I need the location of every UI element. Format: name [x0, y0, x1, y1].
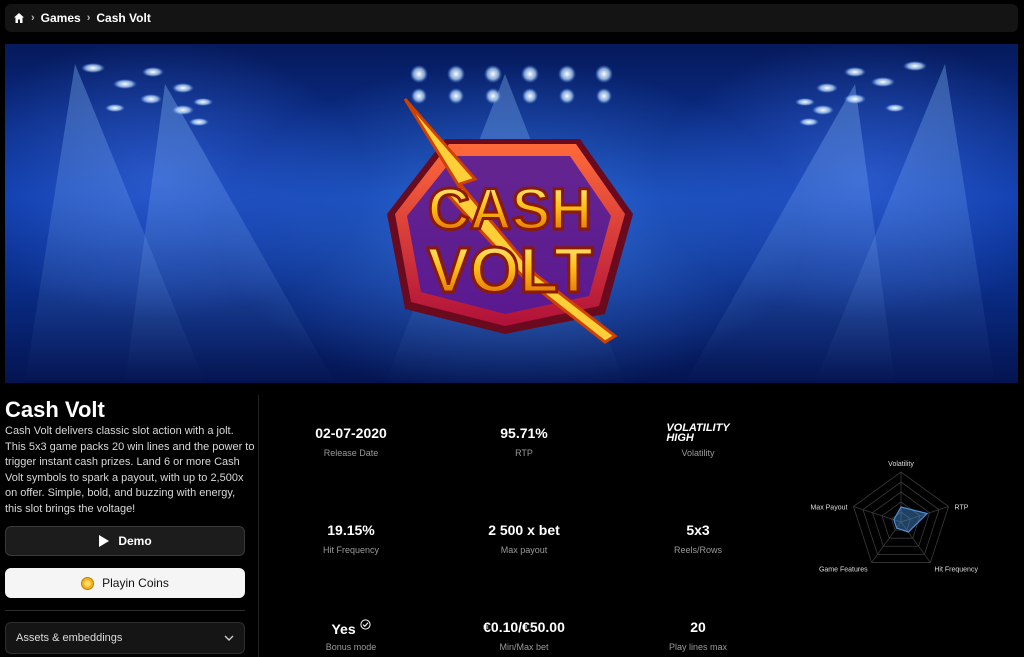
play-lines-value: 20: [690, 619, 706, 635]
check-circle-icon: [359, 619, 371, 630]
radar-chart: Volatility RTP Hit Frequency Game Features M…: [810, 461, 978, 573]
volatility-logo-line2: HIGH: [666, 432, 694, 444]
chevron-down-icon: [224, 635, 234, 641]
divider: [5, 610, 245, 611]
reels-rows-value: 5x3: [686, 522, 710, 538]
coin-icon: [81, 576, 95, 590]
stat-max-payout: 2 500 x bet Max payout: [434, 522, 614, 555]
rtp-value: 95.71%: [500, 425, 548, 441]
min-max-bet-label: Min/Max bet: [499, 642, 549, 652]
play-icon: [99, 535, 110, 547]
radar-axis-label: Hit Frequency: [934, 566, 978, 573]
chevron-right-icon: ›: [86, 12, 91, 24]
assets-embeddings-dropdown[interactable]: Assets & embeddings: [5, 622, 245, 654]
assets-label: Assets & embeddings: [16, 632, 123, 644]
radar-axis-label: RTP: [955, 505, 969, 512]
release-date-label: Release Date: [323, 448, 379, 458]
game-description: Cash Volt delivers classic slot action w…: [5, 425, 255, 515]
column-divider: [258, 395, 259, 657]
rtp-label: RTP: [515, 448, 533, 458]
stat-play-lines: 20 Play lines max: [608, 619, 788, 652]
bonus-mode-label: Bonus mode: [325, 642, 377, 652]
stat-min-max-bet: €0.10/€50.00 Min/Max bet: [434, 619, 614, 652]
max-payout-value: 2 500 x bet: [488, 522, 560, 538]
reels-rows-label: Reels/Rows: [673, 545, 722, 555]
demo-button[interactable]: Demo: [5, 526, 245, 556]
coins-label: Playin Coins: [102, 576, 169, 590]
hit-frequency-label: Hit Frequency: [322, 545, 380, 555]
stat-bonus-mode: Yes Bonus mode: [261, 619, 441, 652]
volatility-logo: VOLATILITY HIGH: [608, 423, 788, 444]
play-lines-label: Play lines max: [668, 642, 728, 652]
radar-value-shape: [893, 506, 929, 533]
max-payout-label: Max payout: [500, 545, 548, 555]
stat-rtp: 95.71% RTP: [434, 425, 614, 458]
game-hero-banner: CASH VOLT: [5, 44, 1018, 383]
min-max-bet-value: €0.10/€50.00: [483, 619, 565, 635]
stat-release-date: 02-07-2020 Release Date: [261, 425, 441, 458]
stat-reels-rows: 5x3 Reels/Rows: [608, 522, 788, 555]
stat-volatility: VOLATILITY HIGH Volatility: [608, 423, 788, 459]
logo-line-1: CASH: [428, 177, 592, 242]
radar-axis-label: Volatility: [888, 461, 914, 468]
playin-coins-button[interactable]: Playin Coins: [5, 568, 245, 598]
home-icon[interactable]: [13, 12, 25, 24]
radar-axis-label: Max Payout: [810, 505, 847, 512]
release-date-value: 02-07-2020: [315, 425, 387, 441]
radar-axis-label: Game Features: [819, 566, 868, 573]
bonus-mode-value: Yes: [331, 621, 356, 637]
chevron-right-icon: ›: [31, 12, 35, 24]
hit-frequency-value: 19.15%: [327, 522, 375, 538]
breadcrumb-current: Cash Volt: [96, 11, 151, 25]
stat-hit-frequency: 19.15% Hit Frequency: [261, 522, 441, 555]
breadcrumb: › Games › Cash Volt: [5, 4, 1018, 32]
game-title: Cash Volt: [5, 397, 105, 422]
demo-label: Demo: [118, 534, 152, 548]
volatility-label: Volatility: [681, 448, 715, 458]
hero-art: CASH VOLT: [25, 61, 995, 383]
logo-line-2: VOLT: [427, 234, 593, 306]
bonus-mode-value-row: Yes: [261, 619, 441, 637]
breadcrumb-games[interactable]: Games: [41, 11, 81, 25]
